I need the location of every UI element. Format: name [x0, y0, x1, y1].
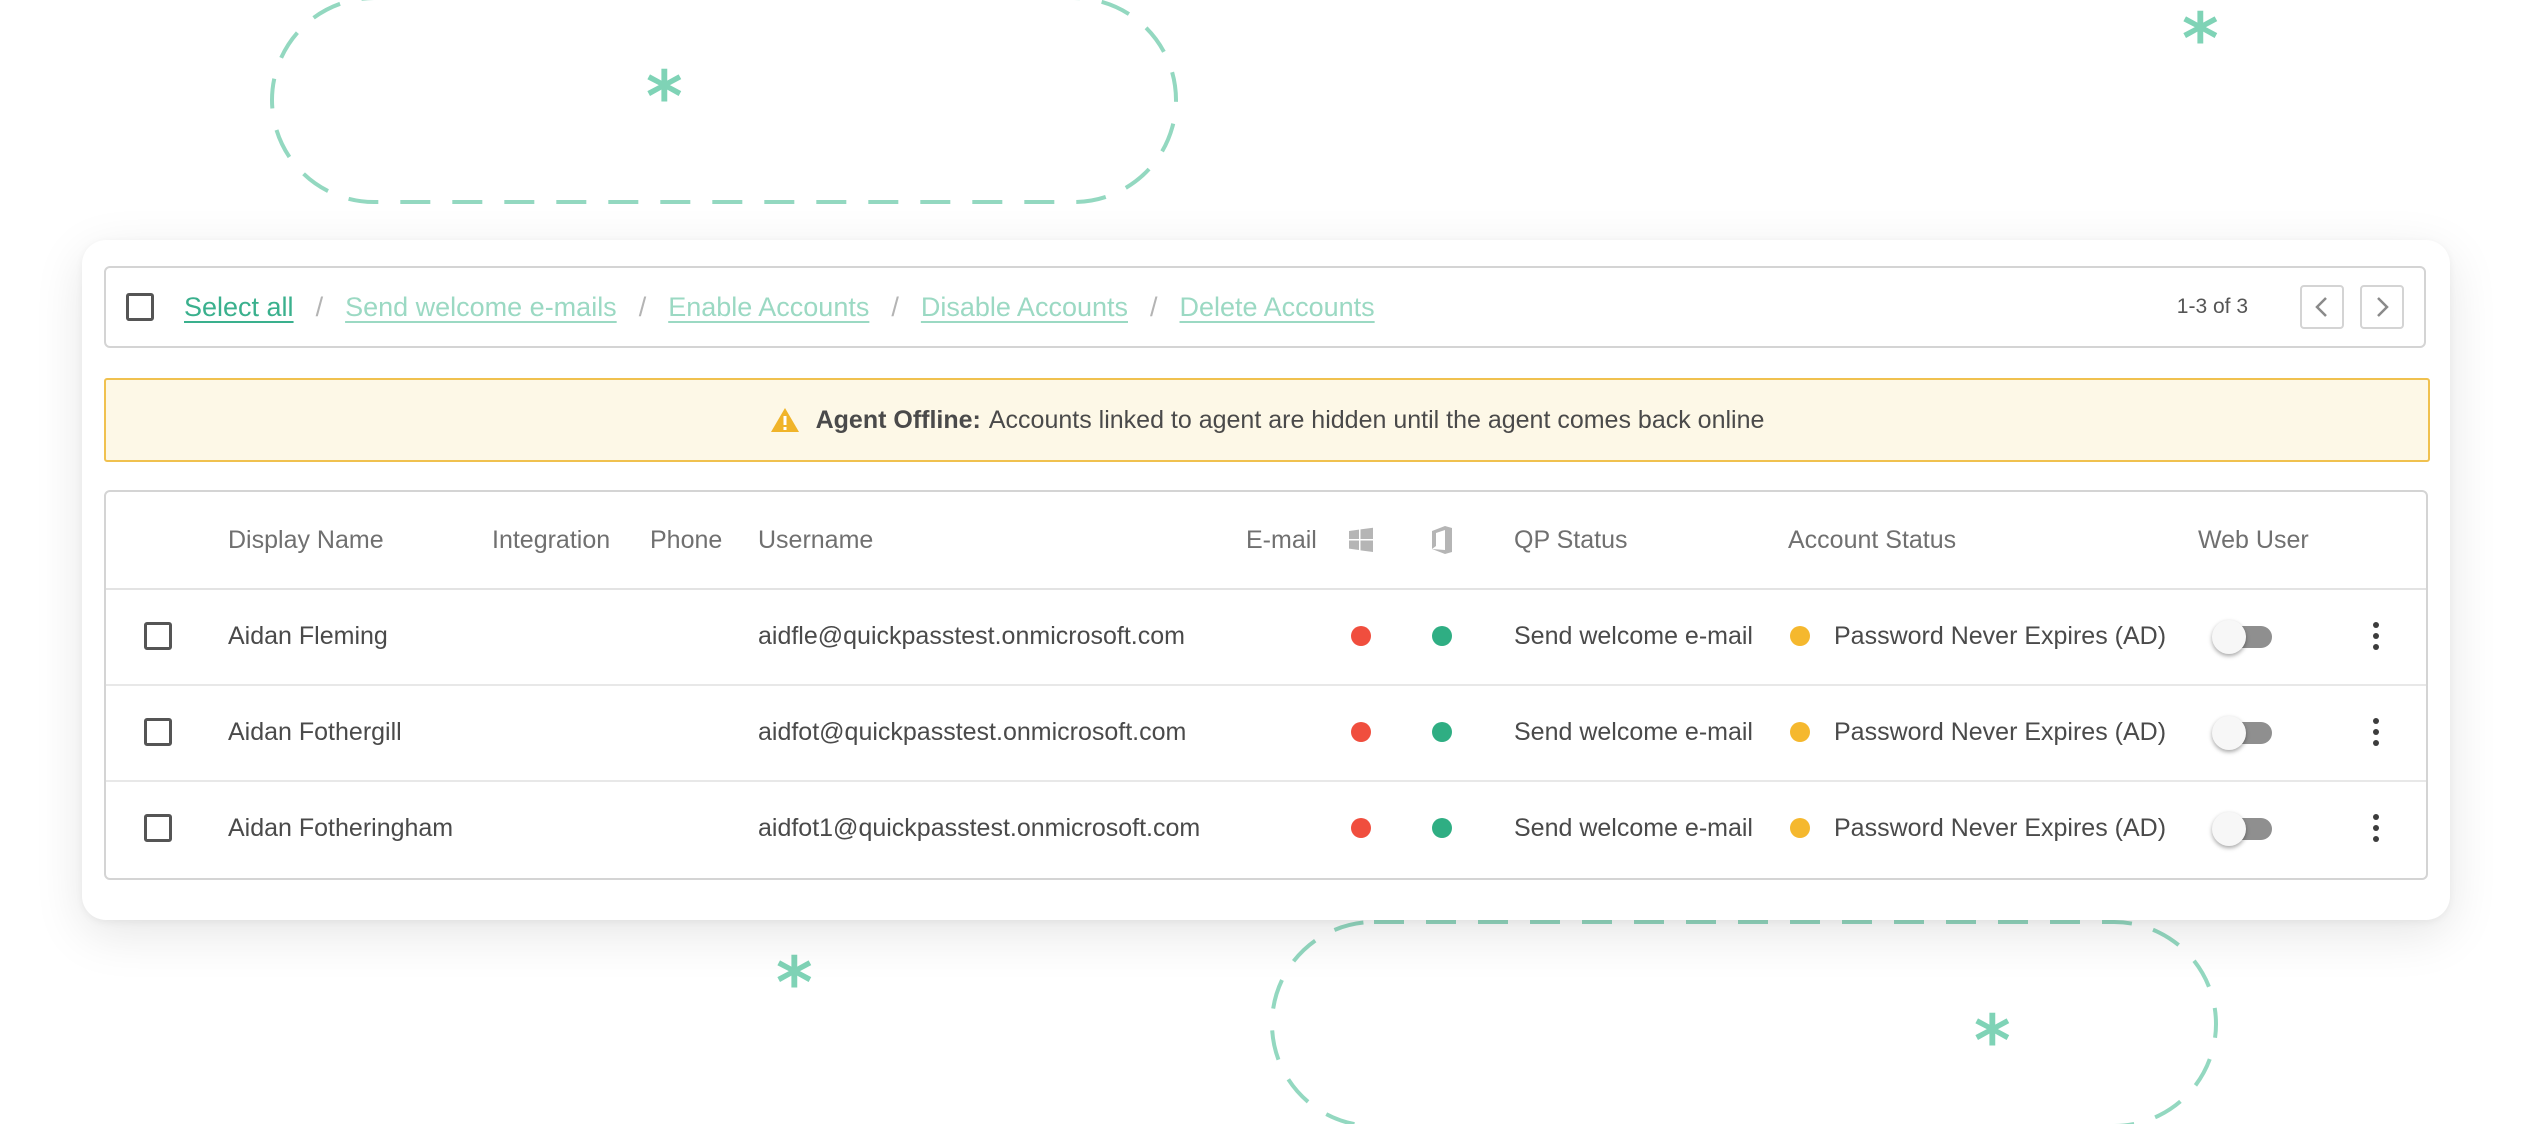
- disable-accounts-link[interactable]: Disable Accounts: [921, 292, 1128, 323]
- separator: /: [315, 291, 324, 322]
- accounts-card: Select all / Send welcome e-mails / Enab…: [82, 240, 2450, 920]
- pagination-label: 1-3 of 3: [2176, 295, 2248, 318]
- account-status-yellow-dot-icon: [1790, 722, 1810, 742]
- office-status-green-dot-icon: [1432, 818, 1452, 838]
- agent-offline-banner: Agent Offline: Accounts linked to agent …: [104, 378, 2430, 462]
- accounts-table: Display Name Integration Phone Username …: [104, 490, 2428, 880]
- pagination: 1-3 of 3: [2177, 268, 2404, 346]
- enable-accounts-link[interactable]: Enable Accounts: [668, 292, 869, 323]
- banner-title: Agent Offline:: [815, 405, 981, 434]
- more-options-icon[interactable]: [2364, 616, 2388, 656]
- table-row[interactable]: Aidan Fothergill aidfot@quickpasstest.on…: [106, 684, 2426, 782]
- chevron-right-icon: [2377, 297, 2389, 317]
- office-status-green-dot-icon: [1432, 626, 1452, 646]
- account-status-yellow-dot-icon: [1790, 626, 1810, 646]
- bulk-actions-toolbar: Select all / Send welcome e-mails / Enab…: [104, 266, 2426, 348]
- decorative-dashed-capsule-bottom: [1270, 920, 2218, 1124]
- decorative-dashed-capsule-top: [270, 0, 1178, 204]
- table-row[interactable]: Aidan Fleming aidfle@quickpasstest.onmic…: [106, 588, 2426, 686]
- web-user-toggle[interactable]: [2212, 712, 2272, 752]
- web-user-toggle[interactable]: [2212, 808, 2272, 848]
- display-name: Aidan Fothergill: [228, 717, 402, 746]
- column-header-web-user[interactable]: Web User: [2198, 492, 2309, 588]
- select-all-checkbox[interactable]: [126, 293, 154, 321]
- column-header-display-name[interactable]: Display Name: [228, 492, 384, 588]
- username: aidfot@quickpasstest.onmicrosoft.com: [758, 717, 1187, 746]
- windows-icon: [1348, 492, 1374, 588]
- column-header-qp-status[interactable]: QP Status: [1514, 492, 1628, 588]
- more-options-icon[interactable]: [2364, 712, 2388, 752]
- column-header-integration[interactable]: Integration: [492, 492, 610, 588]
- separator: /: [1150, 291, 1158, 322]
- account-status-yellow-dot-icon: [1790, 818, 1810, 838]
- office-icon: [1430, 492, 1454, 588]
- account-status: Password Never Expires (AD): [1834, 813, 2167, 842]
- banner-message: Accounts linked to agent are hidden unti…: [988, 405, 1765, 434]
- row-checkbox[interactable]: [144, 718, 172, 746]
- chevron-left-icon: [2315, 297, 2327, 317]
- column-header-account-status[interactable]: Account Status: [1788, 492, 1956, 588]
- next-page-button[interactable]: [2360, 285, 2404, 329]
- web-user-toggle[interactable]: [2212, 616, 2272, 656]
- previous-page-button[interactable]: [2300, 285, 2344, 329]
- windows-status-red-dot-icon: [1351, 818, 1371, 838]
- decorative-asterisk-icon: *: [2182, 0, 2219, 80]
- bulk-actions: Select all / Send welcome e-mails / Enab…: [184, 292, 1375, 323]
- decorative-asterisk-icon: *: [776, 942, 813, 1024]
- more-options-icon[interactable]: [2364, 808, 2388, 848]
- display-name: Aidan Fleming: [228, 621, 388, 650]
- separator: /: [638, 291, 647, 322]
- warning-icon: [770, 407, 800, 433]
- username: aidfle@quickpasstest.onmicrosoft.com: [758, 621, 1185, 650]
- windows-status-red-dot-icon: [1351, 626, 1371, 646]
- select-all-link[interactable]: Select all: [184, 292, 294, 323]
- row-checkbox[interactable]: [144, 814, 172, 842]
- column-header-phone[interactable]: Phone: [650, 492, 722, 588]
- display-name: Aidan Fotheringham: [228, 813, 454, 842]
- account-status: Password Never Expires (AD): [1834, 717, 2167, 746]
- account-status: Password Never Expires (AD): [1834, 621, 2167, 650]
- windows-status-red-dot-icon: [1351, 722, 1371, 742]
- decorative-asterisk-icon: *: [1974, 1000, 2011, 1082]
- table-row[interactable]: Aidan Fotheringham aidfot1@quickpasstest…: [106, 780, 2426, 876]
- qp-status: Send welcome e-mail: [1514, 621, 1753, 650]
- table-header: Display Name Integration Phone Username …: [106, 492, 2426, 590]
- send-welcome-emails-link[interactable]: Send welcome e-mails: [345, 292, 617, 323]
- column-header-username[interactable]: Username: [758, 492, 873, 588]
- username: aidfot1@quickpasstest.onmicrosoft.com: [758, 813, 1201, 842]
- qp-status: Send welcome e-mail: [1514, 813, 1753, 842]
- column-header-email[interactable]: E-mail: [1246, 492, 1317, 588]
- qp-status: Send welcome e-mail: [1514, 717, 1753, 746]
- office-status-green-dot-icon: [1432, 722, 1452, 742]
- delete-accounts-link[interactable]: Delete Accounts: [1180, 292, 1375, 323]
- decorative-asterisk-icon: *: [646, 56, 683, 138]
- row-checkbox[interactable]: [144, 622, 172, 650]
- separator: /: [891, 291, 899, 322]
